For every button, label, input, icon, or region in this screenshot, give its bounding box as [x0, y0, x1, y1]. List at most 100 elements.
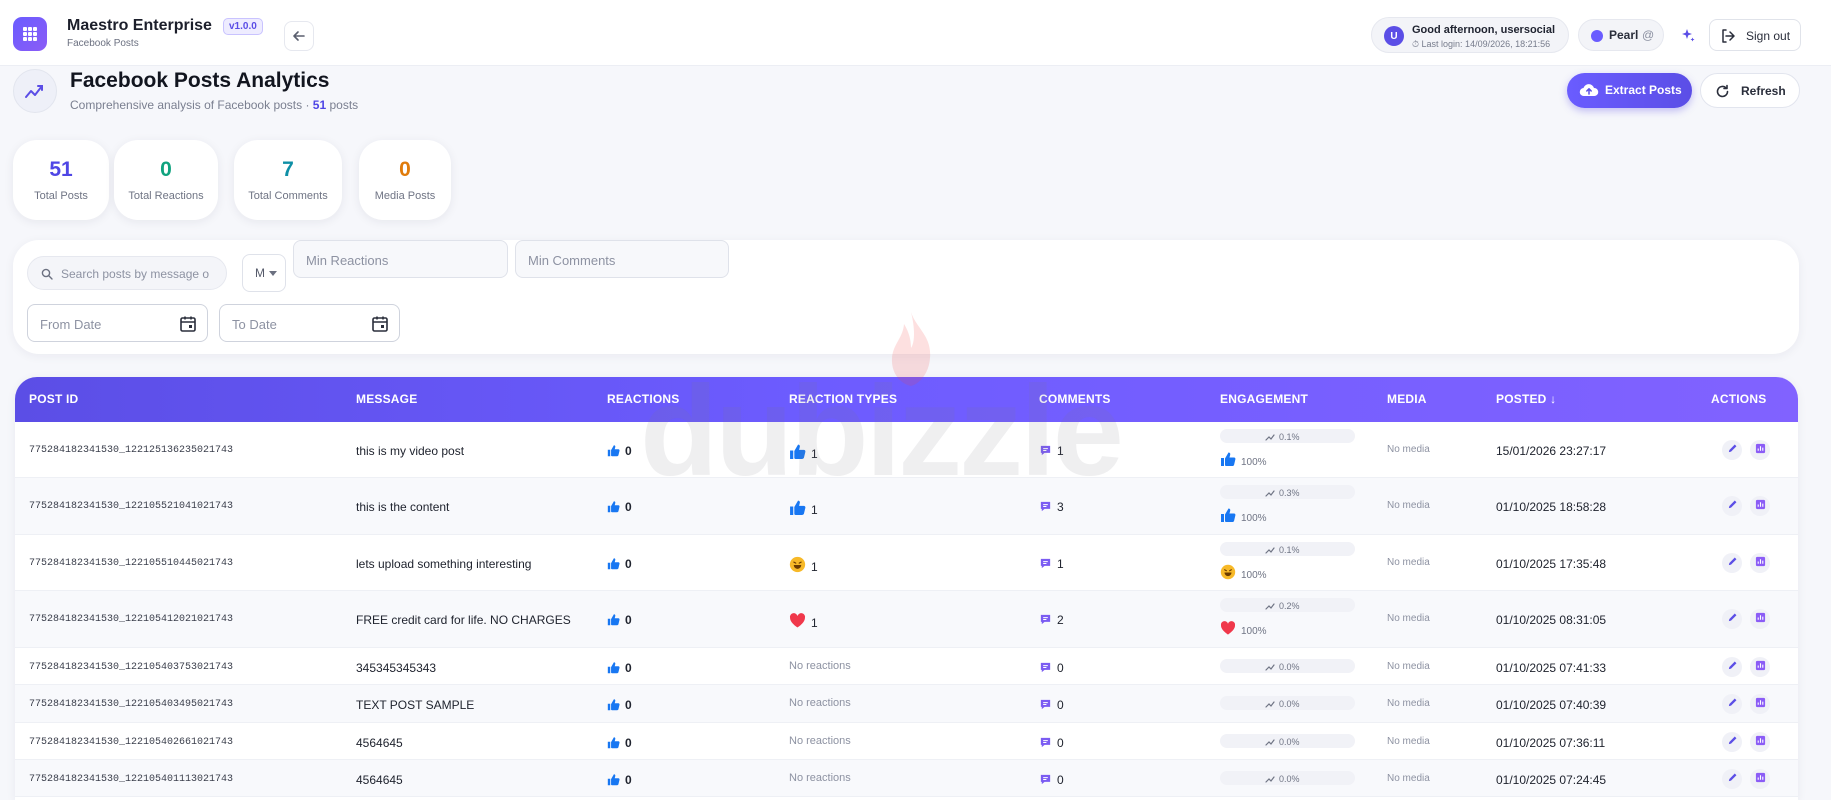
- search-input[interactable]: [61, 264, 221, 284]
- analytics-button[interactable]: [1750, 609, 1770, 629]
- from-date-field[interactable]: [27, 304, 208, 342]
- engagement-rate: 0.2%: [1265, 601, 1300, 611]
- pencil-icon: [1727, 695, 1738, 713]
- engagement-share: 100%: [1241, 457, 1267, 468]
- posted-cell: 15/01/2026 23:27:17: [1496, 444, 1607, 458]
- col-posted[interactable]: POSTED ↓: [1496, 392, 1556, 406]
- reactions-count: 0: [625, 444, 632, 458]
- analytics-button[interactable]: [1750, 496, 1770, 516]
- engagement-breakdown: 100%: [1220, 620, 1267, 639]
- edit-button[interactable]: [1722, 440, 1742, 460]
- thumbs-up-icon: [607, 557, 620, 573]
- edit-button[interactable]: [1722, 496, 1742, 516]
- analytics-button[interactable]: [1750, 694, 1770, 714]
- min-reactions-field[interactable]: [293, 240, 508, 278]
- edit-button[interactable]: [1722, 694, 1742, 714]
- engagement-rate-value: 0.0%: [1279, 737, 1300, 747]
- media-cell: No media: [1387, 613, 1430, 624]
- posted-cell: 01/10/2025 07:24:45: [1496, 773, 1607, 787]
- analytics-button[interactable]: [1750, 657, 1770, 677]
- to-date-field[interactable]: [219, 304, 400, 342]
- sign-out-button[interactable]: Sign out: [1709, 19, 1801, 51]
- persona-chip[interactable]: Pearl @: [1578, 19, 1664, 51]
- col-reaction-types[interactable]: REACTION TYPES: [789, 392, 897, 406]
- reaction-types-cell: 1: [789, 556, 818, 576]
- posted-cell: 01/10/2025 07:40:39: [1496, 698, 1607, 712]
- comment-icon: [1039, 736, 1052, 752]
- col-comments[interactable]: COMMENTS: [1039, 392, 1111, 406]
- chevron-down-icon: [269, 271, 277, 276]
- posted-cell: 01/10/2025 08:31:05: [1496, 613, 1607, 627]
- stat-value: 0: [399, 158, 411, 181]
- user-greeting: U Good afternoon, usersocial ⏱ Last logi…: [1371, 17, 1569, 53]
- table-row[interactable]: 775284182341530_122105521041021743 this i…: [15, 478, 1798, 535]
- chart-icon: [1755, 733, 1766, 751]
- chart-icon: [1755, 658, 1766, 676]
- chart-icon: [1755, 497, 1766, 515]
- engagement-rate-value: 0.2%: [1279, 601, 1300, 611]
- reactions-count: 0: [625, 500, 632, 514]
- analytics-button[interactable]: [1750, 769, 1770, 789]
- to-date-input[interactable]: [232, 314, 352, 334]
- stat-label: Total Comments: [248, 190, 328, 202]
- post-id-cell: 775284182341530_122105401113021743: [29, 774, 234, 785]
- col-post-id[interactable]: POST ID: [29, 392, 78, 406]
- reaction-type-count: 1: [811, 616, 818, 630]
- calendar-icon[interactable]: [371, 315, 389, 333]
- col-engagement[interactable]: ENGAGEMENT: [1220, 392, 1308, 406]
- laughing-face-icon: [1220, 564, 1236, 583]
- edit-button[interactable]: [1722, 609, 1742, 629]
- table-row[interactable]: 775284182341530_122105403753021743 345345…: [15, 648, 1798, 685]
- extract-posts-button[interactable]: Extract Posts: [1567, 73, 1692, 108]
- refresh-button[interactable]: Refresh: [1700, 73, 1800, 108]
- engagement-rate: 0.0%: [1265, 774, 1300, 784]
- from-date-input[interactable]: [40, 314, 160, 334]
- trend-icon: [1265, 774, 1279, 784]
- comment-icon: [1039, 500, 1052, 516]
- thumbs-up-icon: [1220, 451, 1236, 470]
- media-cell: No media: [1387, 500, 1430, 511]
- analytics-button[interactable]: [1750, 440, 1770, 460]
- engagement-rate-value: 0.3%: [1279, 488, 1300, 498]
- edit-button[interactable]: [1722, 657, 1742, 677]
- reactions-cell: 0: [607, 557, 632, 573]
- table-row[interactable]: 775284182341530_122105402661021743 456464…: [15, 723, 1798, 760]
- min-comments-field[interactable]: [515, 240, 729, 278]
- table-row[interactable]: 775284182341530_122105403495021743 TEXT P…: [15, 685, 1798, 723]
- table-row[interactable]: 775284182341530_122105401113021743 456464…: [15, 760, 1798, 797]
- pencil-icon: [1727, 770, 1738, 788]
- min-reactions-input[interactable]: [306, 250, 486, 270]
- back-button[interactable]: [284, 21, 314, 51]
- grid-icon[interactable]: [13, 17, 47, 51]
- analytics-button[interactable]: [1750, 553, 1770, 573]
- table-row[interactable]: 775284182341530_122125136235021743 this i…: [15, 422, 1798, 478]
- reaction-types-cell: No reactions: [789, 772, 851, 784]
- edit-button[interactable]: [1722, 769, 1742, 789]
- media-select[interactable]: M: [242, 254, 286, 292]
- edit-button[interactable]: [1722, 732, 1742, 752]
- col-media[interactable]: MEDIA: [1387, 392, 1427, 406]
- min-comments-input[interactable]: [528, 250, 708, 270]
- chart-icon: [1755, 441, 1766, 459]
- reaction-types-cell: 1: [789, 612, 818, 632]
- engagement-rate: 0.0%: [1265, 737, 1300, 747]
- table-row[interactable]: 775284182341530_122105510445021743 lets u…: [15, 535, 1798, 591]
- edit-button[interactable]: [1722, 553, 1742, 573]
- stat-value: 51: [49, 158, 73, 181]
- app-subtitle: Facebook Posts: [67, 38, 139, 49]
- comments-count: 0: [1057, 661, 1064, 675]
- media-cell: No media: [1387, 557, 1430, 568]
- comments-count: 0: [1057, 773, 1064, 787]
- posted-cell: 01/10/2025 07:36:11: [1496, 736, 1606, 750]
- comment-icon: [1039, 444, 1052, 460]
- col-reactions[interactable]: REACTIONS: [607, 392, 679, 406]
- search-field[interactable]: [27, 256, 227, 290]
- table-row[interactable]: 775284182341530_122105412021021743 FREE c…: [15, 591, 1798, 648]
- engagement-share: 100%: [1241, 570, 1267, 581]
- analytics-button[interactable]: [1750, 732, 1770, 752]
- sparkle-button[interactable]: [1674, 21, 1702, 49]
- col-message[interactable]: MESSAGE: [356, 392, 417, 406]
- calendar-icon[interactable]: [179, 315, 197, 333]
- persona-suffix: @: [1642, 28, 1655, 42]
- stat-total-comments: 7 Total Comments: [234, 140, 342, 220]
